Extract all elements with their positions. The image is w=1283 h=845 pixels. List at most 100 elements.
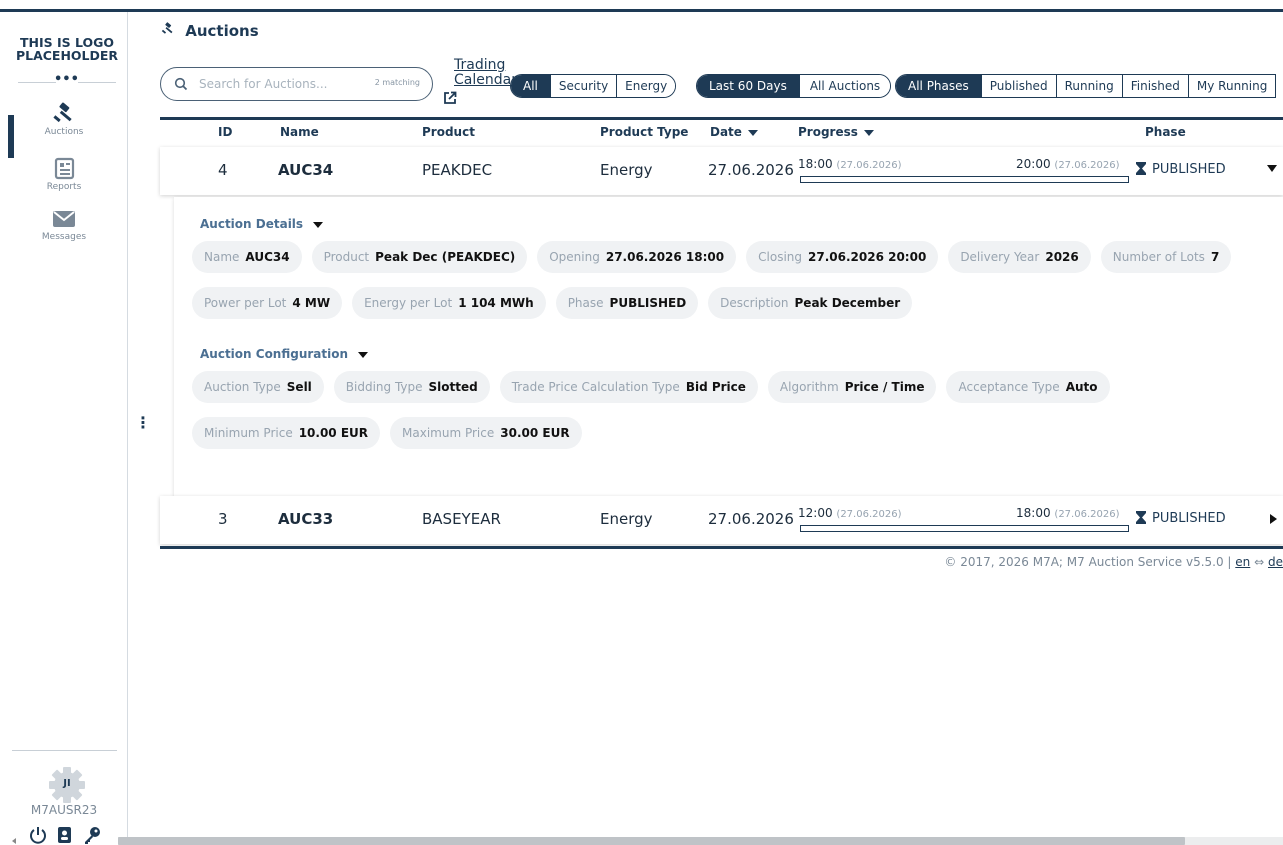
envelope-icon [53, 211, 75, 227]
detail-chip-key: Bidding Type [345, 380, 423, 394]
filter-phase-finished[interactable]: Finished [1121, 75, 1188, 97]
sidebar-item-label: Auctions [44, 127, 84, 137]
progress-start: 18:00 (27.06.2026) [798, 157, 901, 171]
sidebar-item-messages[interactable]: Messages [0, 207, 128, 242]
avatar[interactable]: JI [47, 765, 87, 805]
avatar-initials: JI [63, 778, 71, 789]
filter-type-all[interactable]: All [511, 75, 550, 97]
detail-chip: Name AUC34 [192, 241, 302, 273]
detail-chip-key: Description [720, 296, 789, 310]
auction-details-panel: Auction Details Name AUC34 Product Peak Dec… [174, 197, 1283, 498]
cell-id: 4 [218, 161, 228, 179]
address-book-icon[interactable] [55, 825, 75, 845]
filter-phase-running[interactable]: Running [1055, 75, 1122, 97]
cell-product-type: Energy [600, 510, 653, 528]
column-header-name[interactable]: Name [280, 125, 319, 139]
detail-chip-key: Algorithm [779, 380, 839, 394]
language-de-link[interactable]: de [1268, 555, 1283, 569]
trading-calendar-line1: Trading [454, 57, 506, 73]
detail-chip-key: Closing [758, 250, 803, 264]
table-row[interactable]: 3 AUC33 BASEYEAR Energy 27.06.2026 12:00… [160, 496, 1283, 544]
detail-chip: Bidding Type Slotted [333, 371, 490, 403]
detail-chip: Phase PUBLISHED [555, 287, 699, 319]
progress-bar [800, 176, 1129, 183]
sidebar-item-reports[interactable]: Reports [0, 157, 128, 192]
filter-phase-all[interactable]: All Phases [896, 75, 981, 97]
detail-chip-key: Product [323, 250, 370, 264]
scroll-left-arrow[interactable] [12, 838, 16, 844]
divider [160, 546, 1283, 549]
sidebar-item-label: Reports [46, 182, 82, 192]
horizontal-scrollbar[interactable] [118, 837, 1283, 845]
trading-calendar-link[interactable]: Trading Calendar [444, 57, 517, 104]
user-name: M7AUSR23 [30, 803, 98, 817]
sidebar-item-auctions[interactable]: Auctions [0, 102, 128, 137]
progress-start-time: 18:00 [798, 157, 833, 171]
detail-chip-value: 7 [1210, 250, 1220, 264]
trading-calendar-line2: Calendar [454, 72, 517, 88]
type-filter: All Security Energy [510, 74, 677, 98]
detail-chip-key: Minimum Price [204, 426, 293, 440]
detail-chip: Delivery Year 2026 [948, 241, 1091, 273]
cell-product-type: Energy [600, 161, 653, 179]
filter-period-last-60-days[interactable]: Last 60 Days [697, 75, 799, 97]
filter-period-all-auctions[interactable]: All Auctions [798, 75, 891, 97]
gavel-icon [53, 102, 72, 123]
filter-phase-published[interactable]: Published [980, 75, 1056, 97]
filter-phase-my-running[interactable]: My Running [1187, 75, 1276, 97]
column-header-id[interactable]: ID [218, 125, 232, 139]
phase-filter: All Phases Published Running Finished My… [895, 74, 1277, 98]
progress-start: 12:00 (27.06.2026) [798, 506, 901, 520]
detail-chip-value: 27.06.2026 20:00 [808, 250, 927, 264]
sort-desc-icon [747, 129, 758, 136]
filter-type-security[interactable]: Security [549, 75, 617, 97]
search-input[interactable] [199, 75, 359, 93]
details-chips-row: Power per Lot 4 MW Energy per Lot 1 104 MWh… [192, 287, 913, 319]
cell-product: BASEYEAR [422, 510, 501, 528]
language-en-link[interactable]: en [1235, 555, 1250, 569]
detail-chip: Energy per Lot 1 104 MWh [352, 287, 546, 319]
power-icon[interactable] [28, 825, 48, 845]
column-header-product[interactable]: Product [422, 125, 475, 139]
column-header-date-label: Date [710, 125, 742, 139]
sidebar-item-label: Messages [41, 232, 87, 242]
cell-name: AUC33 [278, 510, 334, 528]
more-dots-icon[interactable]: ••• [54, 72, 79, 87]
table-header: ID Name Product Product Type Date Progre… [160, 125, 1283, 143]
detail-chip-value: 4 MW [292, 296, 331, 310]
progress-end-date: (27.06.2026) [1054, 160, 1120, 171]
detail-chip-key: Opening [549, 250, 600, 264]
column-header-product-type[interactable]: Product Type [600, 125, 688, 139]
detail-chip: Minimum Price 10.00 EUR [192, 417, 381, 449]
logo-menu[interactable]: ••• [0, 72, 128, 88]
detail-chip: Opening 27.06.2026 18:00 [537, 241, 737, 273]
divider [12, 750, 117, 751]
detail-chip: Power per Lot 4 MW [192, 287, 343, 319]
scrollbar-thumb[interactable] [118, 837, 1185, 845]
column-header-phase[interactable]: Phase [1145, 125, 1186, 139]
detail-chip-key: Trade Price Calculation Type [511, 380, 680, 394]
divider [78, 82, 116, 83]
expand-row-toggle[interactable] [1270, 514, 1277, 524]
column-header-progress[interactable]: Progress [798, 125, 874, 139]
key-icon[interactable] [82, 825, 102, 845]
divider [18, 82, 56, 83]
detail-chip: Closing 27.06.2026 20:00 [746, 241, 939, 273]
detail-chip: Algorithm Price / Time [767, 371, 937, 403]
swap-icon: ⇔ [1254, 555, 1265, 569]
auction-details-toggle[interactable]: Auction Details [200, 217, 324, 231]
chevron-down-icon [313, 221, 324, 228]
filter-type-energy[interactable]: Energy [616, 75, 676, 97]
detail-chip-value: Sell [286, 380, 312, 394]
collapse-row-toggle[interactable] [1267, 165, 1277, 172]
auction-configuration-toggle[interactable]: Auction Configuration [200, 347, 369, 361]
section-title: Auction Configuration [200, 347, 349, 361]
table-row[interactable]: 4 AUC34 PEAKDEC Energy 27.06.2026 18:00 … [160, 147, 1283, 195]
column-header-date[interactable]: Date [710, 125, 758, 139]
detail-chip-value: Auto [1065, 380, 1098, 394]
details-chips-row: Name AUC34 Product Peak Dec (PEAKDEC) Openin… [192, 241, 1232, 273]
sidebar-collapse-handle[interactable]: ⋮ [135, 413, 151, 432]
detail-chip-value: AUC34 [245, 250, 290, 264]
detail-chip-value: 10.00 EUR [298, 426, 369, 440]
search-icon [174, 77, 188, 91]
